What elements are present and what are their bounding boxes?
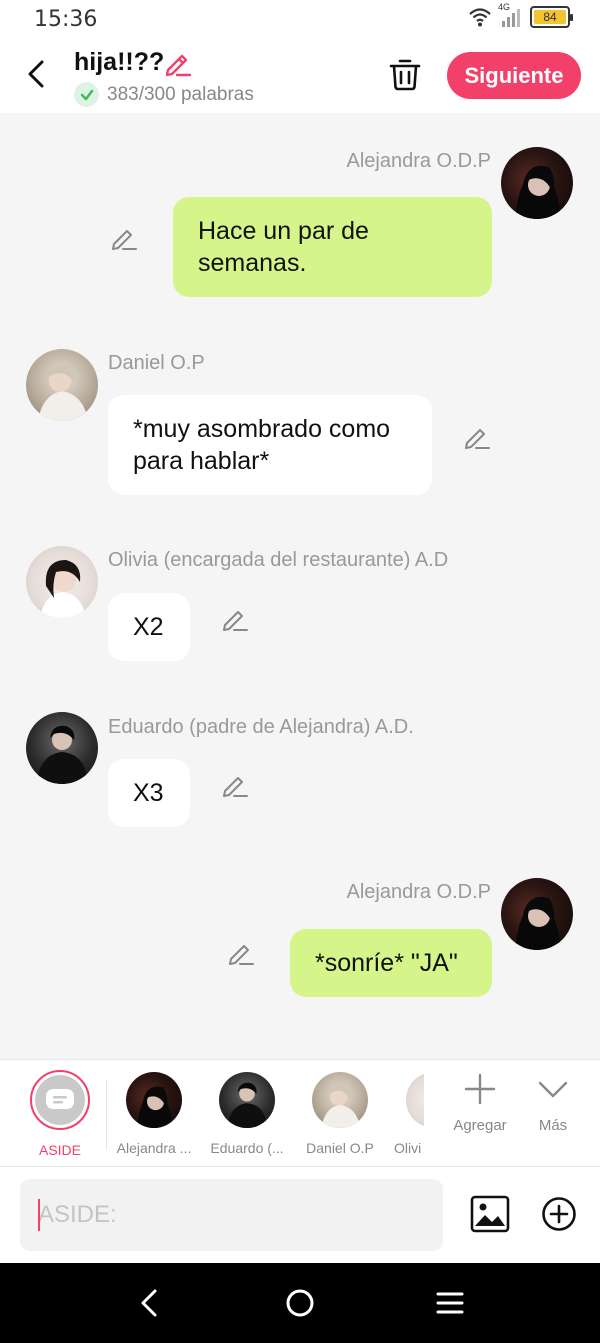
wifi-icon: [469, 8, 491, 27]
aside-ring: [30, 1070, 90, 1130]
avatar: [406, 1072, 424, 1128]
status-bar: 15:36 4G 84: [0, 0, 600, 40]
avatar[interactable]: [501, 878, 573, 950]
chevron-down-icon: [538, 1081, 568, 1098]
character-label: Eduardo (...: [210, 1140, 284, 1156]
character-alejandra[interactable]: Alejandra ...: [109, 1070, 199, 1156]
add-circle-icon[interactable]: [541, 1196, 577, 1232]
back-arrow-icon[interactable]: [20, 54, 54, 94]
message-bubble[interactable]: Hace un par de semanas.: [173, 197, 492, 297]
system-nav-bar: [0, 1263, 600, 1343]
avatar[interactable]: [26, 349, 98, 421]
text-caret: [38, 1199, 40, 1231]
plus-icon: [464, 1073, 496, 1105]
pencil-icon[interactable]: [226, 937, 256, 967]
next-button[interactable]: Siguiente: [447, 52, 581, 99]
network-type: 4G: [498, 2, 511, 12]
character-label: ASIDE: [38, 1142, 81, 1158]
speaker-name: Eduardo (padre de Alejandra) A.D.: [108, 716, 414, 738]
divider: [106, 1080, 107, 1150]
character-label: Daniel O.P: [306, 1140, 374, 1156]
character-label: Olivi: [394, 1140, 422, 1156]
chat-area[interactable]: Alejandra O.D.P Hace un par de semanas. …: [0, 113, 600, 1059]
composer: [0, 1167, 600, 1263]
avatar[interactable]: [26, 546, 98, 618]
avatar[interactable]: [501, 147, 573, 219]
image-icon[interactable]: [470, 1195, 510, 1233]
pencil-icon[interactable]: [162, 48, 192, 78]
add-character-button[interactable]: Agregar: [445, 1072, 515, 1134]
speaker-name: Daniel O.P: [108, 352, 205, 374]
nav-home-icon[interactable]: [282, 1285, 318, 1321]
message-bubble[interactable]: X2: [108, 593, 190, 661]
nav-menu-icon[interactable]: [432, 1285, 468, 1321]
avatar: [219, 1072, 275, 1128]
message-bubble[interactable]: *muy asombrado como para hablar*: [108, 395, 432, 495]
story-title[interactable]: hija!!??: [74, 48, 164, 77]
chat-bubble-icon: [35, 1075, 85, 1125]
avatar: [312, 1072, 368, 1128]
character-aside[interactable]: ASIDE: [15, 1070, 105, 1158]
message-bubble[interactable]: *sonríe* "JA": [290, 929, 492, 997]
pencil-icon[interactable]: [462, 421, 492, 451]
avatar[interactable]: [26, 712, 98, 784]
pencil-icon[interactable]: [109, 222, 139, 252]
trash-icon[interactable]: [388, 56, 422, 92]
check-icon: [74, 82, 99, 107]
word-count-text: 383/300 palabras: [107, 83, 254, 105]
battery-level: 84: [534, 10, 566, 24]
word-count: 383/300 palabras: [74, 82, 254, 107]
more-label: Más: [538, 1117, 568, 1134]
speaker-name: Olivia (encargada del restaurante) A.D: [108, 549, 449, 571]
message-bubble[interactable]: X3: [108, 759, 190, 827]
character-eduardo[interactable]: Eduardo (...: [202, 1070, 292, 1156]
message-input[interactable]: [20, 1179, 443, 1251]
avatar: [126, 1072, 182, 1128]
character-label: Alejandra ...: [116, 1140, 192, 1156]
character-selector: ASIDE Alejandra ... Eduardo (... Daniel …: [0, 1059, 600, 1167]
speaker-name: Alejandra O.D.P: [346, 150, 491, 172]
battery-icon: 84: [530, 6, 573, 28]
character-daniel[interactable]: Daniel O.P: [295, 1070, 385, 1156]
add-label: Agregar: [453, 1117, 507, 1134]
pencil-icon[interactable]: [220, 603, 250, 633]
more-button[interactable]: Más: [518, 1072, 588, 1134]
signal-icon: 4G: [498, 2, 522, 28]
character-olivia[interactable]: Olivi: [388, 1070, 424, 1156]
nav-back-icon[interactable]: [132, 1285, 168, 1321]
status-time: 15:36: [34, 7, 98, 32]
status-icons: 4G 84: [468, 2, 573, 28]
story-header: hija!!?? 383/300 palabras Siguiente: [0, 40, 600, 113]
speaker-name: Alejandra O.D.P: [346, 881, 491, 903]
pencil-icon[interactable]: [220, 769, 250, 799]
